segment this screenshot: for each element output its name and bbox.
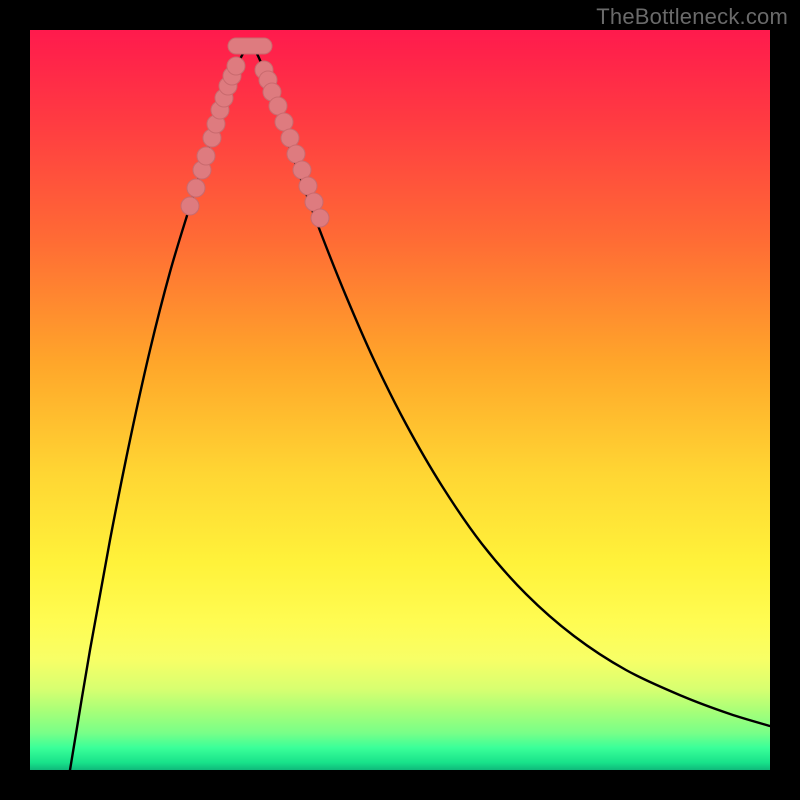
data-dot <box>293 161 311 179</box>
chart-svg <box>30 30 770 770</box>
data-dot <box>311 209 329 227</box>
data-dot <box>287 145 305 163</box>
dots-left <box>181 57 245 215</box>
v-curve-group <box>70 46 770 770</box>
data-dot <box>305 193 323 211</box>
watermark-text: TheBottleneck.com <box>596 4 788 30</box>
data-dot <box>197 147 215 165</box>
data-dot <box>227 57 245 75</box>
data-dot <box>187 179 205 197</box>
data-dot <box>181 197 199 215</box>
data-dot <box>275 113 293 131</box>
v-curve <box>70 46 770 770</box>
bottom-lobe-shape <box>228 38 272 54</box>
data-dot <box>281 129 299 147</box>
dots-right <box>255 61 329 227</box>
chart-frame <box>30 30 770 770</box>
data-dot <box>269 97 287 115</box>
bottom-lobe <box>228 38 272 54</box>
data-dot <box>299 177 317 195</box>
